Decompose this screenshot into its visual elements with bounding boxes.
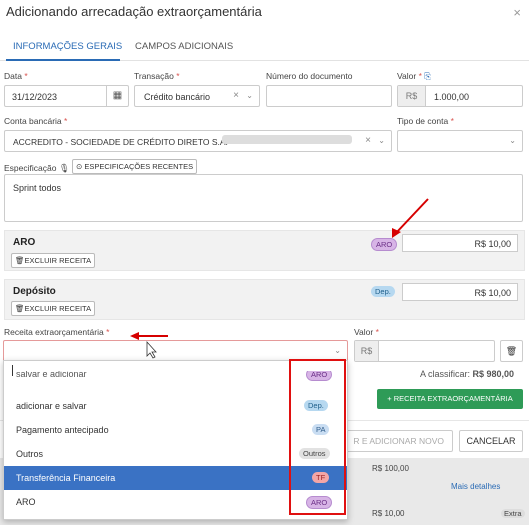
- mouse-pointer-icon: [146, 340, 157, 359]
- annotation-arrows: [130, 198, 429, 359]
